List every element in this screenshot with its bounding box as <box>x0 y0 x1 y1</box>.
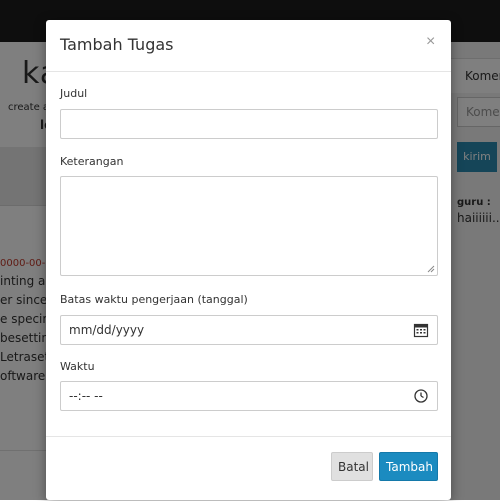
add-task-button[interactable]: Tambah <box>379 452 438 481</box>
modal-title: Tambah Tugas <box>60 35 174 54</box>
date-placeholder: mm/dd/yyyy <box>69 323 145 337</box>
close-icon[interactable]: × <box>426 33 435 51</box>
judul-label: Judul <box>60 87 88 100</box>
cancel-button[interactable]: Batal <box>331 452 373 481</box>
keterangan-label: Keterangan <box>60 155 124 168</box>
date-input[interactable]: mm/dd/yyyy <box>60 315 438 345</box>
modal-footer: Batal Tambah <box>46 436 451 501</box>
batas-waktu-label: Batas waktu pengerjaan (tanggal) <box>60 293 248 306</box>
clock-icon[interactable] <box>413 388 429 404</box>
calendar-icon[interactable] <box>413 322 429 338</box>
keterangan-textarea[interactable] <box>60 176 438 276</box>
add-task-modal: Tambah Tugas × Judul Keterangan Batas wa… <box>46 20 451 500</box>
waktu-label: Waktu <box>60 360 95 373</box>
time-placeholder: --:-- -- <box>69 389 103 403</box>
modal-header: Tambah Tugas × <box>46 20 451 72</box>
judul-input[interactable] <box>60 109 438 139</box>
time-input[interactable]: --:-- -- <box>60 381 438 411</box>
resize-handle-icon[interactable] <box>427 265 435 273</box>
